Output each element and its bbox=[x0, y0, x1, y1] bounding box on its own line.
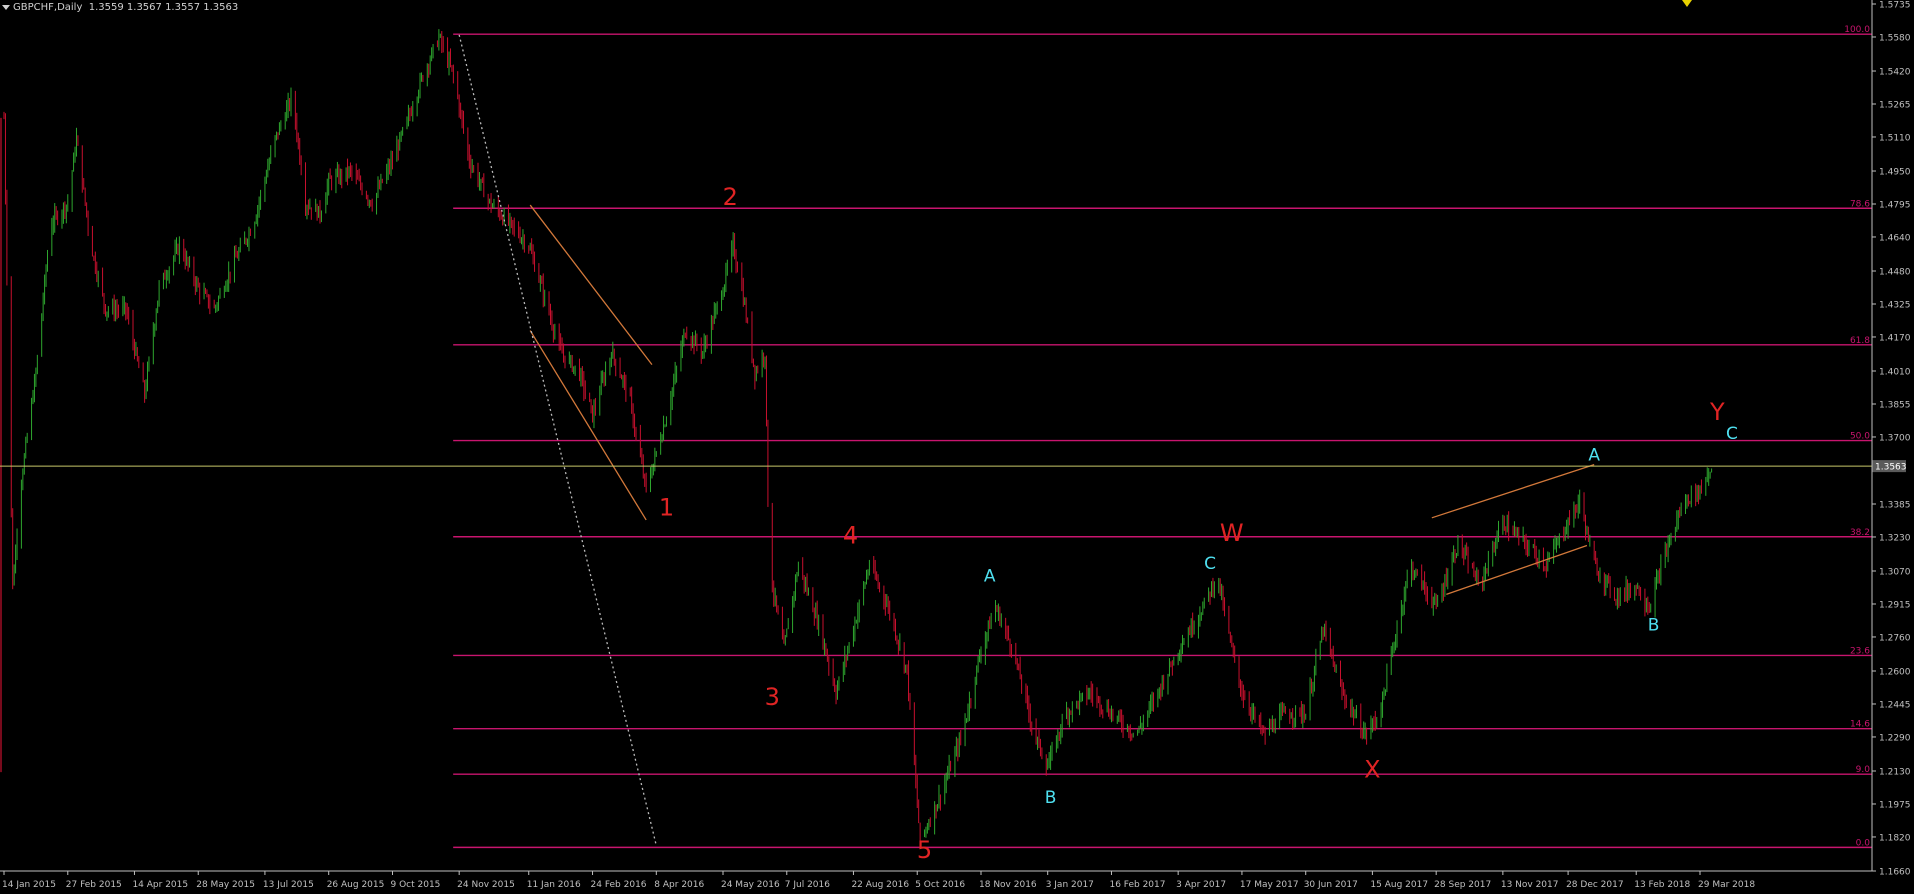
x-tick-label: 29 Mar 2018 bbox=[1698, 880, 1755, 890]
y-tick-label: 1.4325 bbox=[1879, 300, 1911, 310]
wave-label: 4 bbox=[843, 521, 858, 549]
current-price-label: 1.3563 bbox=[1875, 463, 1907, 473]
chart-header: GBPCHF,Daily 1.3559 1.3567 1.3557 1.3563 bbox=[2, 2, 238, 13]
y-tick-label: 1.2760 bbox=[1879, 633, 1911, 643]
wave-labels: 12345ABCWXABYC bbox=[659, 183, 1738, 864]
trendline bbox=[1431, 464, 1595, 519]
y-tick-label: 1.2130 bbox=[1879, 768, 1911, 778]
y-tick-label: 1.1975 bbox=[1879, 800, 1911, 810]
wave-label: Y bbox=[1709, 398, 1725, 426]
x-tick-label: 9 Oct 2015 bbox=[390, 880, 440, 890]
x-tick-label: 30 Jun 2017 bbox=[1304, 880, 1358, 890]
y-tick-label: 1.3855 bbox=[1879, 400, 1911, 410]
y-tick-label: 1.5580 bbox=[1879, 33, 1911, 43]
fib-label: 38.2 bbox=[1850, 528, 1870, 538]
wave-label: B bbox=[1045, 788, 1057, 808]
candlesticks bbox=[0, 29, 1713, 844]
x-tick-label: 22 Aug 2016 bbox=[851, 880, 909, 890]
wave-label: X bbox=[1364, 755, 1380, 783]
x-tick-label: 3 Apr 2017 bbox=[1176, 880, 1226, 890]
y-tick-label: 1.4480 bbox=[1879, 268, 1911, 278]
wave-label: C bbox=[1726, 424, 1738, 444]
x-tick-label: 3 Jan 2017 bbox=[1046, 880, 1094, 890]
fib-label: 100.0 bbox=[1844, 25, 1870, 35]
current-price-line: 1.3563 bbox=[0, 460, 1907, 473]
x-tick-label: 15 Aug 2017 bbox=[1370, 880, 1428, 890]
y-tick-label: 1.4950 bbox=[1879, 168, 1911, 178]
fib-label: 61.8 bbox=[1850, 336, 1870, 346]
symbol-label: GBPCHF,Daily bbox=[13, 2, 83, 13]
y-tick-label: 1.5265 bbox=[1879, 100, 1911, 110]
y-tick-label: 1.3700 bbox=[1879, 433, 1911, 443]
fib-label: 9.0 bbox=[1856, 765, 1871, 775]
x-tick-label: 13 Nov 2017 bbox=[1501, 880, 1559, 890]
x-tick-label: 14 Jan 2015 bbox=[2, 880, 56, 890]
x-tick-label: 24 Feb 2016 bbox=[591, 880, 647, 890]
fib-label: 50.0 bbox=[1850, 432, 1870, 442]
chart-window[interactable]: 100.0 78.6 61.8 50.0 38.2 23.6 14.6 9.0 0.0 1.35… bbox=[0, 0, 1914, 894]
price-chart[interactable]: 100.0 78.6 61.8 50.0 38.2 23.6 14.6 9.0 0.0 1.35… bbox=[0, 0, 1914, 894]
x-tick-label: 24 May 2016 bbox=[721, 880, 780, 890]
wave-label: 2 bbox=[723, 183, 738, 211]
x-tick-label: 18 Nov 2016 bbox=[979, 880, 1037, 890]
wave-label: B bbox=[1648, 616, 1660, 636]
y-tick-label: 1.2915 bbox=[1879, 600, 1911, 610]
y-tick-label: 1.4010 bbox=[1879, 368, 1911, 378]
wave-label: 5 bbox=[917, 836, 932, 864]
y-tick-label: 1.4170 bbox=[1879, 333, 1911, 343]
x-tick-label: 8 Apr 2016 bbox=[654, 880, 704, 890]
x-tick-label: 17 May 2017 bbox=[1240, 880, 1299, 890]
trendline bbox=[529, 330, 647, 521]
x-tick-label: 11 Jan 2016 bbox=[527, 880, 581, 890]
fib-label: 23.6 bbox=[1850, 646, 1870, 656]
fib-label: 78.6 bbox=[1850, 199, 1870, 209]
y-tick-label: 1.3385 bbox=[1879, 500, 1911, 510]
x-tick-label: 7 Jul 2016 bbox=[785, 880, 830, 890]
y-tick-label: 1.2445 bbox=[1879, 700, 1911, 710]
wave-label: 1 bbox=[659, 494, 674, 522]
x-tick-label: 16 Feb 2017 bbox=[1109, 880, 1165, 890]
fib-label: 0.0 bbox=[1856, 838, 1871, 848]
dropdown-triangle-icon[interactable] bbox=[2, 4, 10, 10]
x-tick-label: 27 Feb 2015 bbox=[66, 880, 122, 890]
y-tick-label: 1.1820 bbox=[1879, 833, 1911, 843]
shift-marker-icon[interactable] bbox=[1682, 0, 1692, 7]
wave-label: 3 bbox=[765, 683, 780, 711]
x-tick-label: 28 Sep 2017 bbox=[1434, 880, 1491, 890]
y-tick-label: 1.2600 bbox=[1879, 668, 1911, 678]
trendline bbox=[1446, 544, 1588, 596]
y-tick-label: 1.1660 bbox=[1879, 868, 1911, 878]
fibonacci-levels: 100.0 78.6 61.8 50.0 38.2 23.6 14.6 9.0 0.0 bbox=[453, 25, 1872, 848]
x-tick-label: 14 Apr 2015 bbox=[132, 880, 188, 890]
x-tick-label: 24 Nov 2015 bbox=[457, 880, 515, 890]
wave-label: A bbox=[1588, 445, 1600, 465]
x-tick-label: 13 Jul 2015 bbox=[263, 880, 314, 890]
y-tick-label: 1.5420 bbox=[1879, 68, 1911, 78]
y-tick-label: 1.2290 bbox=[1879, 733, 1911, 743]
trendline bbox=[529, 204, 653, 366]
wave-label: W bbox=[1220, 519, 1244, 547]
x-tick-label: 26 Aug 2015 bbox=[327, 880, 385, 890]
y-tick-label: 1.3230 bbox=[1879, 533, 1911, 543]
x-tick-label: 5 Oct 2016 bbox=[915, 880, 965, 890]
y-tick-label: 1.5110 bbox=[1879, 133, 1911, 143]
y-tick-label: 1.3070 bbox=[1879, 568, 1911, 578]
y-tick-label: 1.4640 bbox=[1879, 233, 1911, 243]
fib-label: 14.6 bbox=[1850, 720, 1870, 730]
wave-label: A bbox=[984, 567, 996, 587]
x-tick-label: 28 May 2015 bbox=[196, 880, 255, 890]
wave-label: C bbox=[1204, 554, 1216, 574]
x-tick-label: 13 Feb 2018 bbox=[1634, 880, 1690, 890]
y-tick-label: 1.4795 bbox=[1879, 200, 1911, 210]
x-tick-label: 28 Dec 2017 bbox=[1566, 880, 1624, 890]
y-tick-label: 1.5735 bbox=[1879, 1, 1911, 11]
ohlc-values: 1.3559 1.3567 1.3557 1.3563 bbox=[88, 2, 239, 13]
